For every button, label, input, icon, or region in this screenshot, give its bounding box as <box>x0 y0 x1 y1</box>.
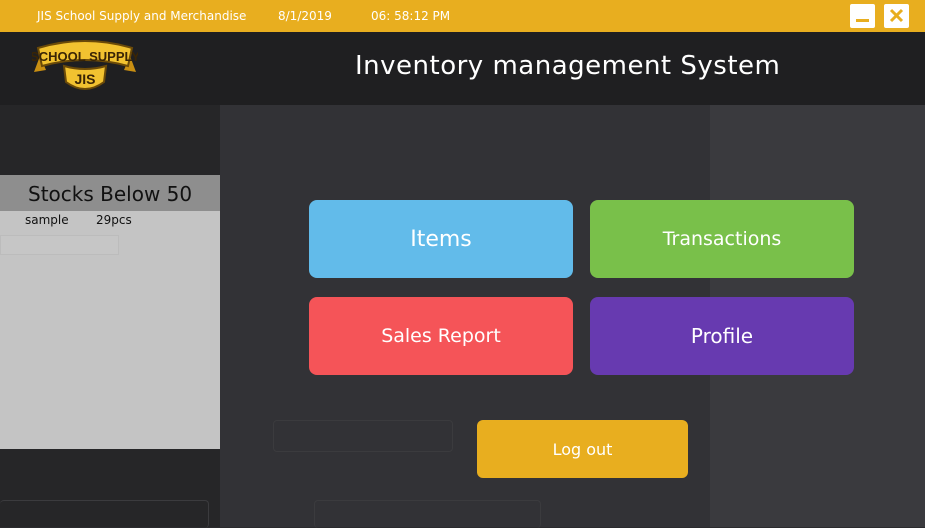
low-stock-item-name: sample <box>25 213 69 227</box>
current-time: 06: 58:12 PM <box>371 9 451 23</box>
background-button <box>314 500 541 528</box>
close-icon <box>889 8 904 23</box>
svg-text:SCHOOL SUPPLY: SCHOOL SUPPLY <box>32 49 138 64</box>
profile-button[interactable]: Profile <box>590 297 854 375</box>
low-stock-title: Stocks Below 50 <box>28 182 193 206</box>
logout-button[interactable]: Log out <box>477 420 688 478</box>
school-supply-logo: SCHOOL SUPPLY JIS <box>32 40 138 90</box>
background-button <box>273 420 453 452</box>
low-stock-item-qty: 29pcs <box>96 213 132 227</box>
current-date: 8/1/2019 <box>278 9 332 23</box>
page-title: Inventory management System <box>355 51 781 81</box>
low-stock-header: Stocks Below 50 <box>0 175 220 211</box>
background-dropdown <box>0 235 119 255</box>
transactions-button[interactable]: Transactions <box>590 200 854 278</box>
app-header: SCHOOL SUPPLY JIS Inventory management S… <box>0 32 925 105</box>
minimize-button[interactable] <box>850 4 875 28</box>
background-button <box>0 500 209 528</box>
minimize-icon <box>856 19 869 22</box>
svg-text:JIS: JIS <box>74 71 95 87</box>
sales-report-button[interactable]: Sales Report <box>309 297 573 375</box>
title-bar: JIS School Supply and Merchandise 8/1/20… <box>0 0 925 32</box>
items-button[interactable]: Items <box>309 200 573 278</box>
low-stock-panel: Stocks Below 50 sample 29pcs <box>0 175 220 449</box>
company-name: JIS School Supply and Merchandise <box>37 9 247 23</box>
close-button[interactable] <box>884 4 909 28</box>
